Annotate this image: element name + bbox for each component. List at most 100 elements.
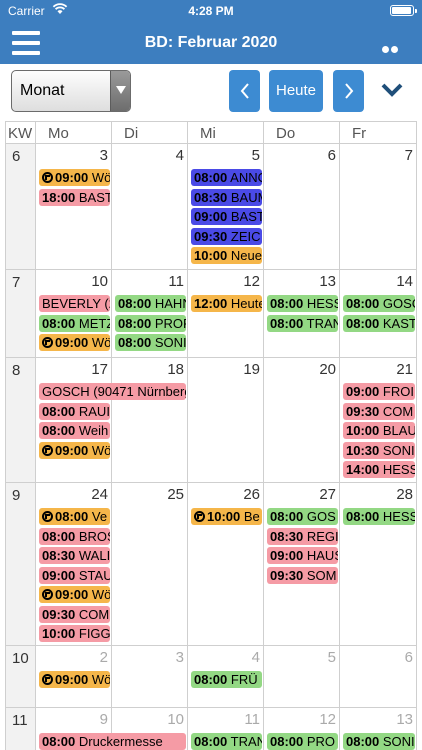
calendar-event[interactable]: 09:00 Wö [39,586,110,603]
day-number: 21 [396,361,413,378]
battery-icon [390,5,417,16]
calendar-event[interactable]: 08:00 PRO [267,733,338,750]
calendar-event[interactable]: 08:00 HESS [267,295,338,312]
calendar-event[interactable]: 08:00 GOSC [343,295,415,312]
event-time: 12:00 [194,296,228,311]
week-number-cell: 10 [5,646,36,707]
day-cell[interactable]: 17 [36,358,112,482]
calendar-event[interactable]: BEVERLY (2 [39,295,110,312]
calendar-event[interactable]: 08:00 ANNO [191,169,262,186]
calendar-event[interactable]: 08:00 PROF [115,314,186,332]
event-time: 18:00 [42,189,76,205]
event-title: Wö [91,170,110,185]
day-cell[interactable]: 4 [112,144,188,269]
day-number: 24 [91,486,108,503]
day-cell[interactable]: 20 [264,358,340,482]
day-cell[interactable]: 3 [112,646,188,707]
day-cell[interactable]: 6 [264,144,340,269]
view-select[interactable]: Monat [11,70,131,112]
calendar-event[interactable]: 08:00 BROS [39,527,110,545]
day-number: 20 [319,361,336,378]
day-number: 3 [175,649,184,666]
week-row: 10 2 3 4 5 6 09:00 Wö 08:00 FRÜ [5,646,417,708]
day-number: 13 [396,711,413,728]
calendar-event[interactable]: 09:00 Wö [39,441,110,459]
calendar-event[interactable]: 08:30 WALI [39,547,110,564]
calendar-event[interactable]: 08:00 Druckermesse [39,733,186,750]
calendar-event[interactable]: 14:00 HESS [343,461,415,478]
calendar-event[interactable]: 10:00 FIGG [39,625,110,642]
event-time: 08:00 [118,335,152,350]
event-title: KAST [382,315,415,331]
calendar-event[interactable]: 10:00 BLAU [343,422,415,439]
calendar-event[interactable]: 08:00 TRAN [267,314,338,332]
calendar-event[interactable]: 08:00 GOS [267,508,338,525]
recurring-icon [42,337,53,348]
day-cell[interactable]: 19 [188,358,264,482]
calendar-event[interactable]: 08:00 SONI [115,334,186,351]
previous-month-button[interactable] [229,70,260,112]
calendar-event[interactable]: 08:00 SONI [343,733,415,750]
event-title: FRÜ [230,672,258,687]
calendar-event[interactable]: 10:00 Neue [191,247,262,264]
day-cell[interactable]: 7 [340,144,417,269]
event-title: TRAN [306,315,338,331]
today-button[interactable]: Heute [269,70,323,112]
column-header-label: Di [124,125,139,142]
day-cell[interactable]: 18 [112,358,188,482]
event-time: 10:00 [346,423,380,438]
event-time: 09:30 [194,228,228,244]
event-time: 08:00 [42,403,76,419]
day-cell[interactable]: 5 [264,646,340,707]
dropdown-arrow-icon [110,71,130,111]
day-number: 9 [99,711,108,728]
day-cell[interactable]: 25 [112,483,188,645]
calendar-event[interactable]: 09:00 Wö [39,169,110,186]
calendar-event[interactable]: 08:00 TRAN [191,733,262,750]
event-title: COM [78,606,110,622]
calendar-event[interactable]: 10:00 Be [191,508,262,525]
calendar-event[interactable]: 09:30 COM [343,402,415,420]
day-cell[interactable]: 14 [340,270,417,357]
calendar-event[interactable]: 08:00 Weih [39,422,110,439]
calendar-event[interactable]: 12:00 Heute [191,295,262,312]
calendar-event[interactable]: 09:30 COM [39,605,110,623]
week-number-cell: 8 [5,358,36,482]
event-time: 09:30 [42,606,76,622]
calendar-event[interactable]: 08:00 KAST [343,314,415,332]
column-header-label: Do [276,125,296,142]
calendar-event[interactable]: 09:00 HAUS [267,547,338,564]
calendar-event[interactable]: 10:30 SONI [343,441,415,459]
nav-bar: BD: Februar 2020 [0,22,422,71]
calendar-event[interactable]: 08:30 BAUM [191,188,262,206]
event-title: BAUM [230,189,262,205]
calendar-event[interactable]: 09:30 SOM [267,566,338,584]
more-options-icon[interactable] [382,40,408,71]
calendar-event[interactable]: 08:00 METZ [39,314,110,332]
chevron-down-icon[interactable] [380,82,404,98]
calendar-event[interactable]: 09:00 Wö [39,334,110,351]
calendar-event[interactable]: 09:30 ZEIC [191,227,262,245]
calendar-event[interactable]: 08:30 REGI [267,527,338,545]
calendar-event[interactable]: 08:00 FRÜ [191,671,262,688]
next-month-button[interactable] [333,70,364,112]
calendar-event[interactable]: 08:00 HAHN [115,295,186,312]
calendar-event[interactable]: 08:00 HESS [343,508,415,525]
day-cell[interactable]: 13 [264,270,340,357]
calendar-event[interactable]: GOSCH (90471 Nürnberg [39,383,186,400]
column-header-do: Do [264,121,340,144]
day-cell[interactable]: 12 [188,270,264,357]
event-time: 08:00 [346,315,380,331]
calendar-event[interactable]: 08:00 RAUI [39,402,110,420]
calendar-event[interactable]: 09:00 STAU [39,566,110,584]
event-title: Wö [91,587,110,602]
calendar-event[interactable]: 09:00 Wö [39,671,110,688]
day-number: 28 [396,486,413,503]
day-cell[interactable]: 6 [340,646,417,707]
calendar-event[interactable]: 18:00 BAST [39,188,110,206]
event-title: REGI [306,528,338,544]
day-cell[interactable]: 3 [36,144,112,269]
calendar-event[interactable]: 09:00 BAST [191,208,262,225]
calendar-event[interactable]: 09:00 FROI [343,383,415,400]
calendar-event[interactable]: 08:00 Ve [39,508,110,525]
